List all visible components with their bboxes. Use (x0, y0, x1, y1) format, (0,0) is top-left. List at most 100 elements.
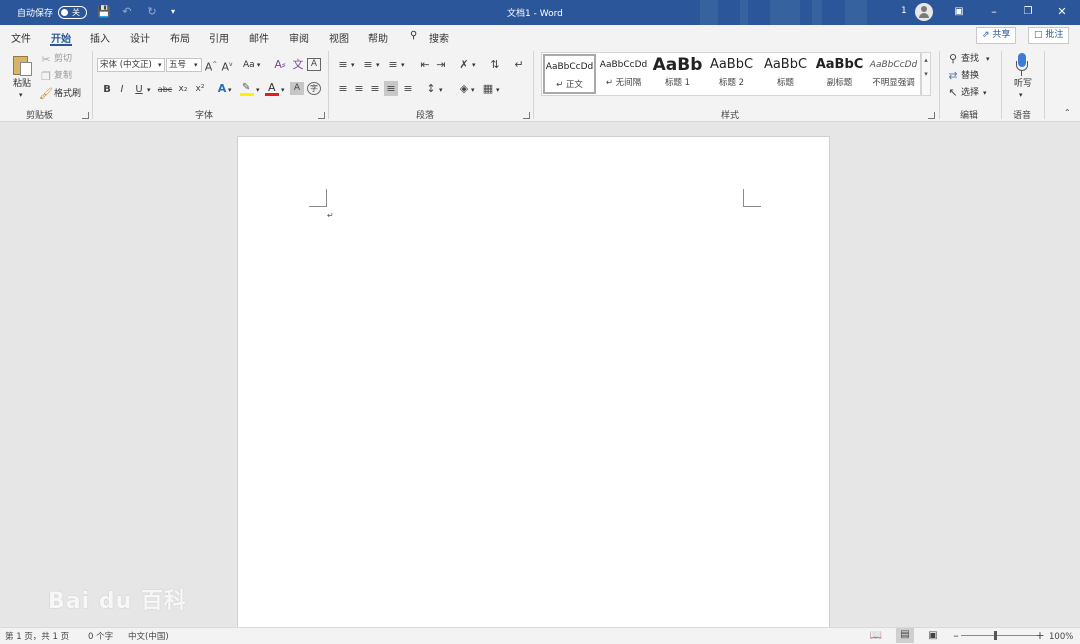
tab-file[interactable]: 文件 (11, 30, 31, 45)
change-case-button[interactable]: Aa ▾ (243, 59, 260, 71)
tab-home[interactable]: 开始 (51, 30, 71, 45)
style-title[interactable]: AaBbC 标题 (759, 54, 812, 94)
styles-scroll[interactable]: ▴ ▾ (921, 52, 931, 96)
search-icon[interactable]: ⚲ (410, 30, 417, 41)
align-left-icon[interactable]: ≡ (336, 82, 350, 95)
underline-dropdown-icon[interactable]: ▾ (147, 84, 151, 96)
format-painter-icon[interactable]: 🖌 (39, 87, 53, 100)
copy-button[interactable]: 复制 (54, 70, 72, 82)
bold-button[interactable]: B (100, 83, 114, 96)
clear-formatting-icon[interactable]: A⸗ (273, 58, 287, 71)
bullets-dropdown-icon[interactable]: ▾ (351, 59, 355, 71)
chinese-layout-icon[interactable]: ✗ (457, 58, 471, 71)
replace-icon[interactable]: ⇄ (946, 69, 960, 82)
multilevel-dropdown-icon[interactable]: ▾ (401, 59, 405, 71)
distributed-icon[interactable]: ≡ (401, 82, 415, 95)
cut-button[interactable]: 剪切 (54, 53, 72, 65)
style-subtle-emphasis[interactable]: AaBbCcDd 不明显强调 (867, 54, 920, 94)
sort-icon[interactable]: ⇅ (488, 58, 502, 71)
enclose-characters-icon[interactable]: 字 (307, 82, 321, 95)
tab-review[interactable]: 审阅 (289, 30, 309, 45)
avatar[interactable] (915, 3, 933, 21)
numbering-dropdown-icon[interactable]: ▾ (376, 59, 380, 71)
shrink-font-icon[interactable]: Av (220, 58, 234, 74)
cut-icon[interactable]: ✂ (39, 53, 53, 66)
copy-icon[interactable]: ❐ (39, 70, 53, 83)
chinese-layout-dropdown-icon[interactable]: ▾ (472, 59, 476, 71)
microphone-icon[interactable] (1015, 53, 1029, 77)
document-page[interactable]: ↵ (237, 136, 830, 631)
read-mode-icon[interactable]: 📖 (869, 629, 883, 642)
format-painter-button[interactable]: 格式刷 (54, 88, 81, 100)
collapse-ribbon-icon[interactable]: ⌃ (1064, 107, 1071, 119)
zoom-slider-thumb[interactable] (994, 631, 997, 640)
style-heading-1[interactable]: AaBb 标题 1 (651, 54, 704, 94)
tab-view[interactable]: 视图 (329, 30, 349, 45)
customize-quick-access-icon[interactable]: ▾ (168, 5, 178, 19)
bullets-icon[interactable]: ≡ (336, 58, 350, 71)
justify-icon[interactable]: ≡ (384, 81, 398, 96)
decrease-indent-icon[interactable]: ⇤ (418, 58, 432, 71)
font-name-dropdown-icon[interactable]: ▾ (158, 59, 162, 71)
print-layout-icon[interactable]: ▤ (896, 628, 914, 643)
undo-icon[interactable]: ↶ (120, 5, 134, 19)
borders-icon[interactable]: ▦ (481, 82, 495, 95)
select-icon[interactable]: ↖ (946, 86, 960, 99)
align-right-icon[interactable]: ≡ (368, 82, 382, 95)
superscript-button[interactable]: x² (193, 83, 207, 96)
tab-help[interactable]: 帮助 (368, 30, 388, 45)
style-subtitle[interactable]: AaBbC 副标题 (813, 54, 866, 94)
show-marks-icon[interactable]: ↵ (512, 58, 526, 71)
subscript-button[interactable]: x₂ (176, 83, 190, 96)
align-center-icon[interactable]: ≡ (352, 82, 366, 95)
style-normal[interactable]: AaBbCcDd ↵ 正文 (543, 54, 596, 94)
increase-indent-icon[interactable]: ⇥ (434, 58, 448, 71)
borders-dropdown-icon[interactable]: ▾ (496, 84, 500, 96)
multilevel-list-icon[interactable]: ≡ (386, 58, 400, 71)
font-launcher-icon[interactable] (318, 112, 325, 119)
grow-font-icon[interactable]: A^ (204, 58, 218, 74)
font-size-dropdown-icon[interactable]: ▾ (194, 59, 198, 71)
highlight-icon[interactable]: ✎ (240, 82, 254, 96)
character-border-icon[interactable]: A (307, 58, 321, 71)
replace-button[interactable]: 替换 (961, 70, 979, 82)
paste-dropdown-icon[interactable]: ▾ (19, 89, 23, 101)
language-status[interactable]: 中文(中国) (128, 631, 169, 643)
paste-icon[interactable] (12, 54, 34, 76)
chevron-up-icon[interactable]: ▴ (924, 56, 928, 64)
styles-launcher-icon[interactable] (928, 112, 935, 119)
find-button[interactable]: 查找 (961, 53, 979, 65)
autosave-toggle[interactable]: 关 (58, 6, 87, 19)
find-icon[interactable]: ⚲ (946, 52, 960, 65)
line-spacing-icon[interactable]: ↕ (424, 82, 438, 95)
text-effects-dropdown-icon[interactable]: ▾ (228, 84, 232, 96)
share-button[interactable]: ⇗ 共享 (976, 27, 1017, 44)
strikethrough-button[interactable]: abc (157, 83, 173, 96)
tab-search[interactable]: 搜索 (429, 30, 449, 45)
redo-icon[interactable]: ↻ (145, 5, 159, 19)
dictate-button[interactable]: 听写 (1014, 78, 1032, 90)
web-layout-icon[interactable]: ▣ (926, 629, 940, 642)
zoom-level[interactable]: 100% (1049, 631, 1073, 643)
clipboard-launcher-icon[interactable] (82, 112, 89, 119)
line-spacing-dropdown-icon[interactable]: ▾ (439, 84, 443, 96)
font-color-dropdown-icon[interactable]: ▾ (281, 84, 285, 96)
highlight-dropdown-icon[interactable]: ▾ (256, 84, 260, 96)
tab-mailings[interactable]: 邮件 (249, 30, 269, 45)
find-dropdown-icon[interactable]: ▾ (986, 53, 990, 65)
close-icon[interactable]: ✕ (1054, 5, 1070, 19)
minimize-icon[interactable]: – (986, 5, 1002, 19)
shading-dropdown-icon[interactable]: ▾ (471, 84, 475, 96)
page-count[interactable]: 第 1 页，共 1 页 (5, 631, 69, 643)
phonetic-guide-icon[interactable]: 文 (291, 58, 305, 71)
tab-layout[interactable]: 布局 (170, 30, 190, 45)
save-icon[interactable]: 💾 (97, 5, 111, 19)
more-styles-icon[interactable]: ▾ (924, 70, 928, 78)
shading-icon[interactable]: ◈ (457, 82, 471, 95)
dictate-dropdown-icon[interactable]: ▾ (1019, 89, 1023, 101)
select-dropdown-icon[interactable]: ▾ (983, 87, 987, 99)
tab-design[interactable]: 设计 (130, 30, 150, 45)
character-shading-icon[interactable]: A (290, 82, 304, 95)
underline-button[interactable]: U (132, 83, 146, 96)
tab-references[interactable]: 引用 (209, 30, 229, 45)
